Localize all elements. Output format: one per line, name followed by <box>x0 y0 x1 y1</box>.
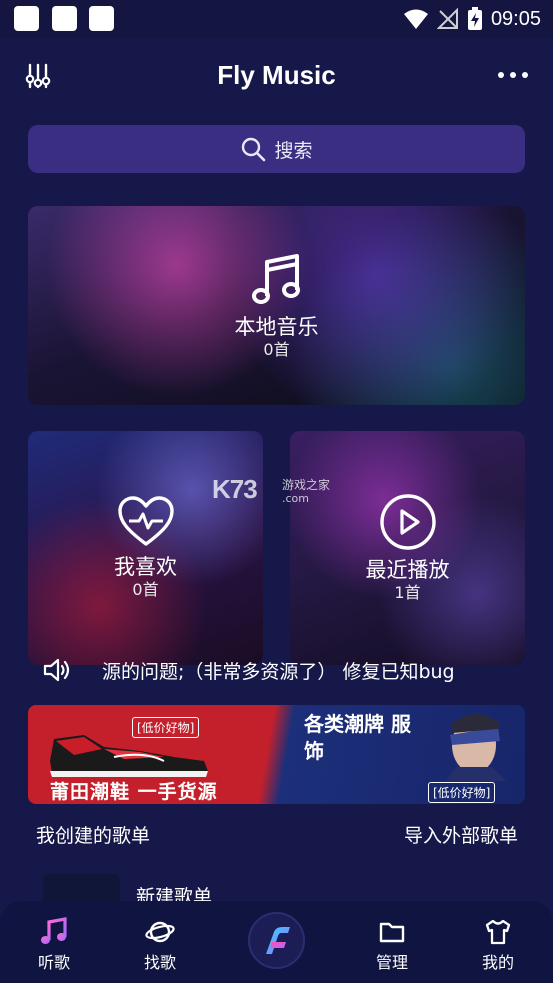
search-label: 搜索 <box>274 139 313 162</box>
import-playlist-link[interactable]: 导入外部歌单 <box>404 821 518 848</box>
nav-discover-label: 找歌 <box>143 953 176 972</box>
planet-icon <box>145 921 175 943</box>
favorites-count: 0首 <box>132 580 159 599</box>
no-signal-icon <box>436 8 458 29</box>
local-music-card[interactable]: 本地音乐 0首 <box>28 206 525 405</box>
model-image <box>446 714 506 781</box>
notification-icon <box>14 6 39 31</box>
recent-played-count: 1首 <box>394 583 421 602</box>
music-note-icon <box>41 917 67 944</box>
app-title: Fly Music <box>217 60 336 90</box>
folder-icon <box>379 922 405 943</box>
app-header: Fly Music <box>0 38 553 114</box>
watermark-text: 游戏之家 <box>282 478 331 492</box>
nav-listen[interactable]: 听歌 <box>19 917 89 973</box>
watermark-logo: K73 <box>212 474 258 504</box>
battery-charging-icon <box>467 7 482 30</box>
banner-main-right: 各类潮牌 服饰 <box>304 712 411 763</box>
wifi-icon <box>403 9 428 29</box>
ad-banner[interactable]: [低价好物] 莆田潮鞋 一手货源 各类潮牌 服饰 [低价好物] <box>28 705 525 804</box>
search-icon <box>242 137 266 162</box>
recent-played-card[interactable]: 最近播放 1首 <box>290 431 525 665</box>
notice-text: 源的问题;（非常多资源了） 修复已知bug <box>102 660 455 683</box>
play-circle-icon <box>379 494 436 550</box>
more-icon[interactable] <box>497 70 529 80</box>
search-bar[interactable]: 搜索 <box>28 125 525 173</box>
notification-icon <box>89 6 114 31</box>
notice-bar[interactable]: 源的问题;（非常多资源了） 修复已知bug <box>28 650 525 690</box>
status-time: 09:05 <box>490 7 541 30</box>
recent-played-title: 最近播放 <box>365 558 450 582</box>
status-bar: 09:05 <box>0 0 553 38</box>
local-music-count: 0首 <box>263 339 290 359</box>
nav-mine[interactable]: 我的 <box>463 917 533 973</box>
watermark-domain: .com <box>282 492 309 505</box>
speaker-icon <box>43 658 70 682</box>
bottom-nav: 听歌 找歌 管理 我的 <box>0 901 553 983</box>
music-note-icon <box>251 253 300 304</box>
center-logo-button[interactable] <box>248 912 305 969</box>
banner-main-left: 莆田潮鞋 一手货源 <box>50 781 218 803</box>
nav-manage[interactable]: 管理 <box>357 917 427 973</box>
tshirt-icon <box>485 919 511 945</box>
notification-icon <box>52 6 77 31</box>
banner-tag-left: [低价好物] <box>132 717 200 738</box>
watermark: K73 游戏之家 .com <box>212 474 352 508</box>
local-music-title: 本地音乐 <box>234 314 319 339</box>
banner-tag-right: [低价好物] <box>428 782 496 803</box>
nav-listen-label: 听歌 <box>37 953 70 972</box>
nav-mine-label: 我的 <box>481 953 514 972</box>
nav-discover[interactable]: 找歌 <box>125 917 195 973</box>
heart-pulse-icon <box>117 496 174 546</box>
playlist-section-header: 我创建的歌单 导入外部歌单 <box>36 820 518 848</box>
fly-logo-icon <box>265 926 290 954</box>
nav-manage-label: 管理 <box>375 953 408 972</box>
my-playlists-label: 我创建的歌单 <box>36 824 151 847</box>
favorites-title: 我喜欢 <box>114 555 177 579</box>
favorites-card[interactable]: 我喜欢 0首 <box>28 431 263 665</box>
